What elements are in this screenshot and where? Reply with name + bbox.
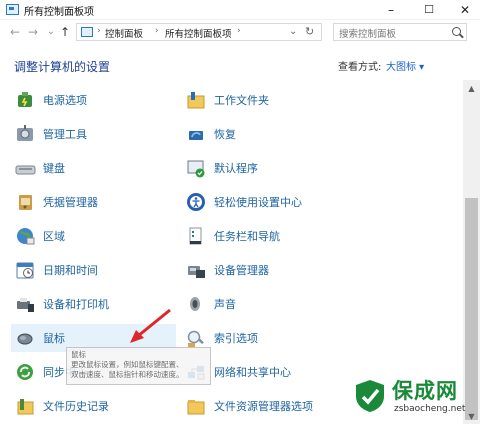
annotation-arrow xyxy=(130,308,171,343)
arrow-shaft xyxy=(137,308,171,338)
watermark: 保成网 zsbaocheng.net xyxy=(352,372,472,422)
watermark-brand: 保成网 xyxy=(392,379,458,403)
watermark-url: zsbaocheng.net xyxy=(394,404,466,414)
shield-logo-icon xyxy=(356,380,384,412)
